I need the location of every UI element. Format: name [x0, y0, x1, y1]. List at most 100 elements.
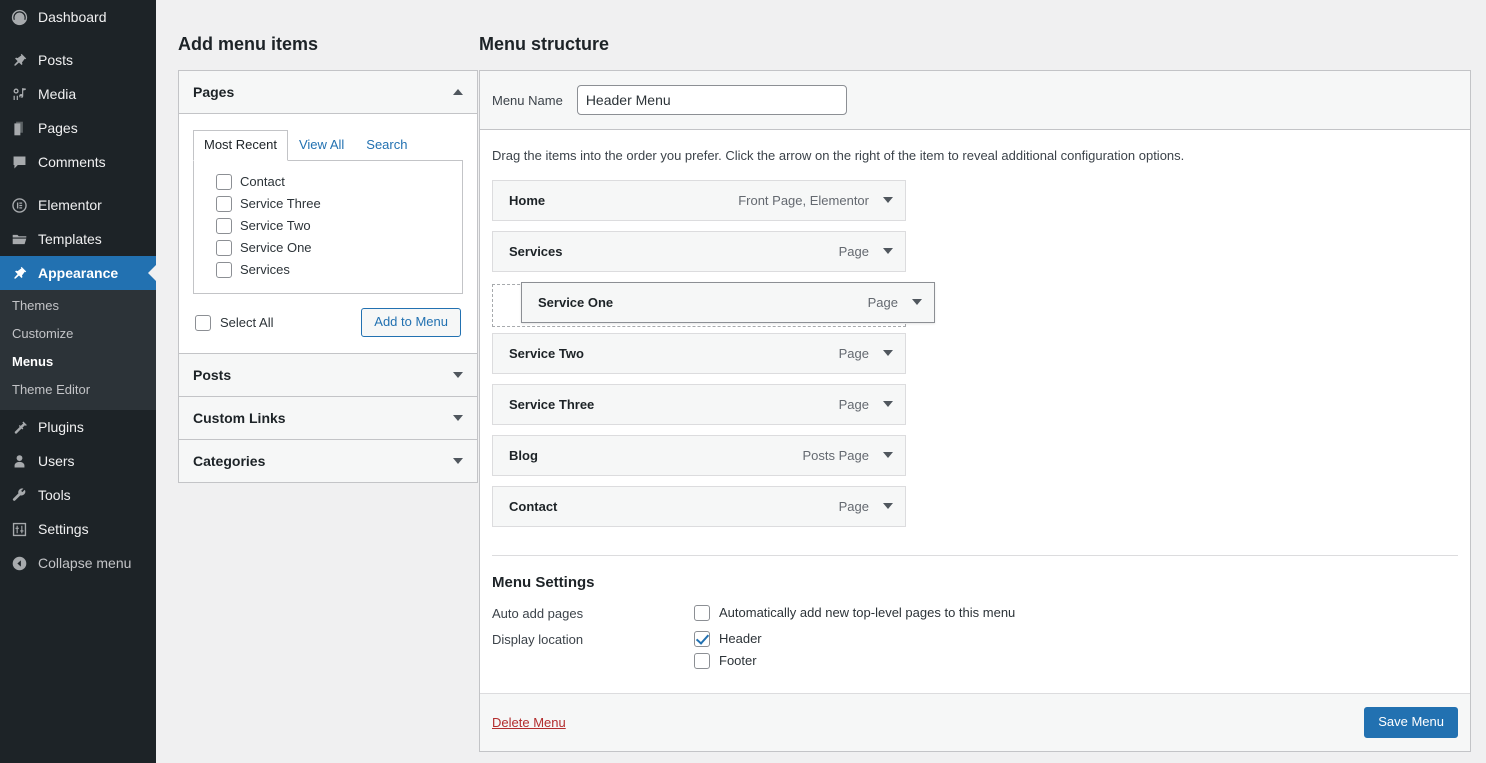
menu-item-contact[interactable]: Contact Page — [492, 485, 906, 527]
menu-settings-section: Menu Settings Auto add pages Automatical… — [492, 556, 1458, 693]
sidebar-item-users[interactable]: Users — [0, 444, 156, 478]
accordion-custom-links-header[interactable]: Custom Links — [179, 397, 477, 440]
accordion-categories-header[interactable]: Categories — [179, 440, 477, 483]
chevron-down-icon[interactable] — [453, 415, 463, 422]
checkbox-location-footer[interactable] — [694, 652, 710, 669]
plug-icon — [9, 417, 29, 437]
sidebar-item-dashboard[interactable]: Dashboard — [0, 0, 156, 34]
chevron-down-icon[interactable] — [883, 401, 893, 408]
sidebar-item-label: Pages — [38, 120, 78, 136]
sidebar-item-settings[interactable]: Settings — [0, 512, 156, 546]
sidebar-item-label: Plugins — [38, 419, 84, 435]
pages-icon — [9, 118, 29, 138]
chevron-down-icon[interactable] — [883, 452, 893, 459]
save-menu-button[interactable]: Save Menu — [1364, 706, 1458, 738]
sidebar-item-label: Comments — [38, 154, 106, 170]
sidebar-item-comments[interactable]: Comments — [0, 145, 156, 179]
checkbox-location-header[interactable] — [694, 630, 710, 647]
sidebar-item-collapse-menu[interactable]: Collapse menu — [0, 546, 156, 580]
menu-item-meta: Front Page, Elementor — [738, 192, 869, 208]
menu-item-service-two[interactable]: Service Two Page — [492, 332, 906, 374]
accordion-custom-links-title: Custom Links — [193, 410, 286, 427]
tab-most-recent[interactable]: Most Recent — [193, 130, 288, 162]
menu-name-input[interactable] — [576, 85, 847, 116]
checkbox-select-all[interactable] — [195, 314, 211, 331]
add-items-accordion: Pages Most Recent View All Search Contac… — [178, 70, 478, 484]
submenu-item-themes[interactable]: Themes — [0, 292, 156, 320]
sidebar-item-templates[interactable]: Templates — [0, 222, 156, 256]
menu-item-service-one[interactable]: Service One Page — [521, 281, 935, 323]
auto-add-pages-row: Auto add pages Automatically add new top… — [492, 604, 1458, 621]
list-item[interactable]: Service Three — [206, 193, 450, 215]
list-item-label: Contact — [240, 174, 285, 190]
submenu-item-menus[interactable]: Menus — [0, 348, 156, 376]
accordion-pages-body: Most Recent View All Search Contact Serv… — [179, 114, 477, 354]
sidebar-item-elementor[interactable]: Elementor — [0, 188, 156, 222]
chevron-down-icon[interactable] — [912, 299, 922, 306]
menu-item-meta: Page — [838, 498, 869, 514]
sidebar-item-plugins[interactable]: Plugins — [0, 410, 156, 444]
menu-item-meta: Posts Page — [802, 447, 870, 463]
list-item[interactable]: Services — [206, 259, 450, 281]
submenu-item-customize[interactable]: Customize — [0, 320, 156, 348]
drag-hint-text: Drag the items into the order you prefer… — [492, 148, 1185, 164]
menu-item-meta: Page — [838, 396, 869, 412]
menu-item-name: Services — [509, 243, 563, 259]
menu-item-name: Service Two — [509, 345, 584, 361]
checkbox-contact[interactable] — [216, 174, 232, 191]
wordpress-admin-screen: Dashboard Posts Media Pages Comments Ele… — [0, 0, 1486, 763]
sidebar-item-media[interactable]: Media — [0, 77, 156, 111]
chevron-down-icon[interactable] — [883, 248, 893, 255]
accordion-pages: Pages Most Recent View All Search Contac… — [179, 71, 477, 354]
folder-icon — [9, 229, 29, 249]
display-location-option-header[interactable]: Header — [694, 630, 762, 647]
accordion-pages-header[interactable]: Pages — [179, 71, 477, 115]
checkbox-services[interactable] — [216, 262, 232, 279]
chevron-up-icon[interactable] — [453, 89, 463, 96]
pages-footer: Select All Add to Menu — [193, 294, 463, 339]
menu-item-name: Blog — [509, 447, 538, 463]
menu-item-service-three[interactable]: Service Three Page — [492, 383, 906, 425]
checkbox-service-two[interactable] — [216, 218, 232, 235]
sidebar-item-posts[interactable]: Posts — [0, 43, 156, 77]
display-location-row: Display location Header Footer — [492, 630, 1458, 669]
menu-item-meta: Page — [867, 294, 898, 310]
list-item-label: Services — [240, 262, 290, 278]
checkbox-service-three[interactable] — [216, 196, 232, 213]
list-item[interactable]: Contact — [206, 171, 450, 193]
checkbox-auto-add-pages[interactable] — [694, 604, 710, 621]
comments-icon — [9, 152, 29, 172]
checkbox-service-one[interactable] — [216, 240, 232, 257]
sidebar-item-label: Tools — [38, 487, 71, 503]
sidebar-item-pages[interactable]: Pages — [0, 111, 156, 145]
chevron-down-icon[interactable] — [453, 372, 463, 379]
select-all-control[interactable]: Select All — [195, 314, 273, 331]
add-to-menu-button[interactable]: Add to Menu — [361, 308, 461, 338]
list-item[interactable]: Service Two — [206, 215, 450, 237]
submenu-item-theme-editor[interactable]: Theme Editor — [0, 376, 156, 404]
sidebar-item-label: Settings — [38, 521, 89, 537]
accordion-pages-title: Pages — [193, 84, 235, 101]
auto-add-pages-option[interactable]: Automatically add new top-level pages to… — [694, 604, 1015, 621]
list-item-label: Service Two — [240, 218, 311, 234]
delete-menu-link[interactable]: Delete Menu — [492, 715, 566, 730]
list-item[interactable]: Service One — [206, 237, 450, 259]
chevron-down-icon[interactable] — [453, 458, 463, 465]
menu-item-home[interactable]: Home Front Page, Elementor — [492, 179, 906, 221]
sidebar-item-label: Media — [38, 86, 77, 102]
admin-sidebar: Dashboard Posts Media Pages Comments Ele… — [0, 0, 156, 763]
sidebar-item-appearance[interactable]: Appearance — [0, 256, 156, 290]
add-menu-items-title: Add menu items — [178, 34, 319, 54]
display-location-option-footer[interactable]: Footer — [694, 652, 762, 669]
menu-item-services[interactable]: Services Page — [492, 230, 906, 272]
tab-search[interactable]: Search — [355, 130, 418, 161]
menu-item-blog[interactable]: Blog Posts Page — [492, 434, 906, 476]
chevron-down-icon[interactable] — [883, 503, 893, 510]
display-location-field: Header Footer — [694, 630, 762, 669]
chevron-down-icon[interactable] — [883, 197, 893, 204]
sidebar-item-tools[interactable]: Tools — [0, 478, 156, 512]
accordion-posts-header[interactable]: Posts — [179, 354, 477, 397]
tab-view-all[interactable]: View All — [288, 130, 355, 161]
chevron-down-icon[interactable] — [883, 350, 893, 357]
menu-settings-title: Menu Settings — [492, 573, 595, 591]
